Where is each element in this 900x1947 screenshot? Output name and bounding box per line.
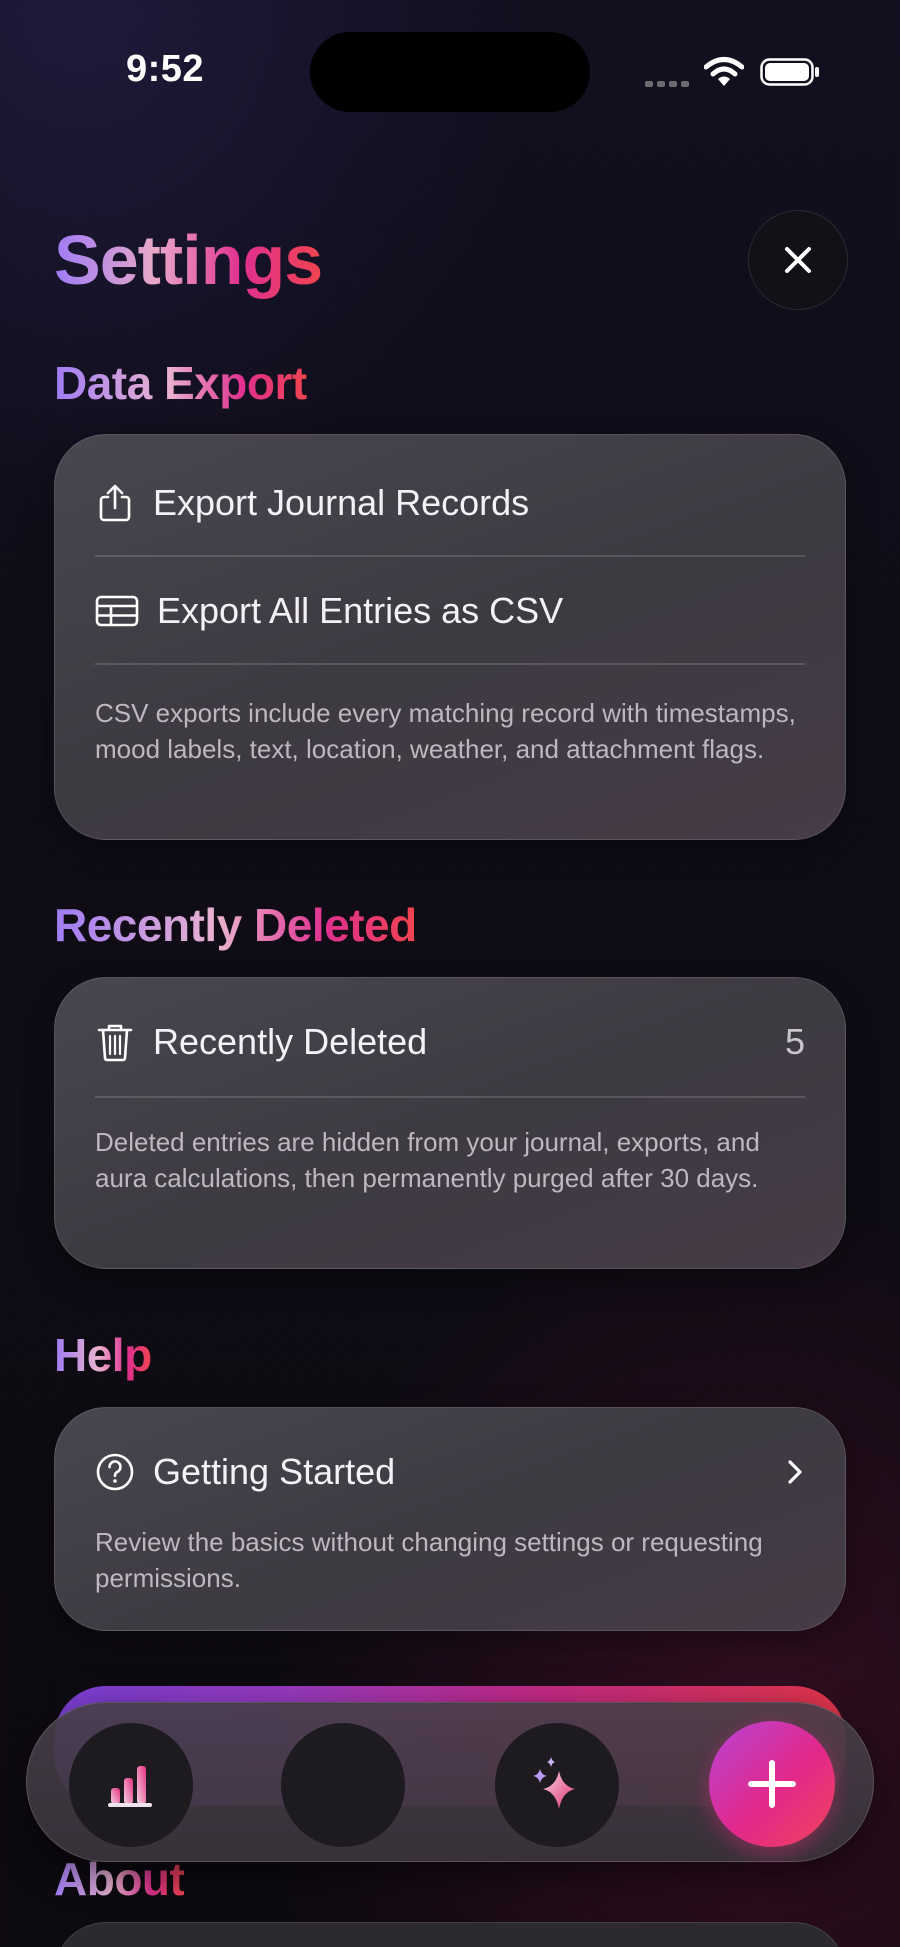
getting-started-row[interactable]: Getting Started (95, 1432, 805, 1512)
sparkles-icon (533, 1757, 575, 1809)
tab-insights[interactable] (69, 1723, 193, 1847)
tab-audio[interactable] (281, 1723, 405, 1847)
wifi-icon (704, 57, 744, 86)
close-button[interactable] (748, 210, 848, 310)
trash-icon (97, 1024, 133, 1062)
bar-chart-icon (108, 1766, 152, 1807)
export-csv-label: Export All Entries as CSV (157, 590, 564, 631)
divider (95, 555, 805, 557)
share-icon (99, 484, 131, 522)
plus-icon (748, 1760, 796, 1808)
deleted-count-badge: 5 (784, 1021, 805, 1062)
recently-deleted-row[interactable]: Recently Deleted 5 (95, 1002, 805, 1082)
data-export-card: Export Journal Records Export All Entrie… (54, 434, 846, 840)
battery-icon (760, 58, 819, 86)
question-circle-icon (96, 1453, 134, 1491)
section-heading-help: Help (54, 1329, 152, 1381)
divider (95, 1096, 805, 1098)
recently-deleted-card: Recently Deleted 5 Deleted entries are h… (54, 977, 846, 1269)
recently-deleted-label: Recently Deleted (153, 1021, 428, 1062)
data-export-note: CSV exports include every matching recor… (95, 698, 796, 764)
waveform-icon (318, 1761, 369, 1809)
about-card (54, 1922, 846, 1947)
section-heading-recently-deleted: Recently Deleted (54, 899, 417, 951)
export-journal-records-label: Export Journal Records (153, 482, 530, 523)
table-icon (95, 595, 139, 627)
dynamic-island (310, 32, 590, 112)
add-entry-button[interactable] (709, 1721, 835, 1847)
export-journal-records-row[interactable]: Export Journal Records (95, 463, 805, 543)
section-heading-data-export: Data Export (54, 357, 307, 409)
close-icon (785, 247, 811, 273)
help-note: Review the basics without changing setti… (95, 1527, 763, 1593)
chevron-right-icon (788, 1460, 802, 1484)
page-title: Settings (54, 221, 323, 299)
recently-deleted-note: Deleted entries are hidden from your jou… (95, 1127, 760, 1193)
cellular-signal-icon (645, 81, 689, 87)
tab-bar (26, 1702, 874, 1862)
help-card: Getting Started Review the basics withou… (54, 1407, 846, 1631)
getting-started-label: Getting Started (153, 1451, 396, 1492)
tab-sparkle[interactable] (495, 1723, 619, 1847)
status-time: 9:52 (126, 48, 205, 90)
export-csv-row[interactable]: Export All Entries as CSV (95, 571, 805, 651)
divider (95, 663, 805, 665)
